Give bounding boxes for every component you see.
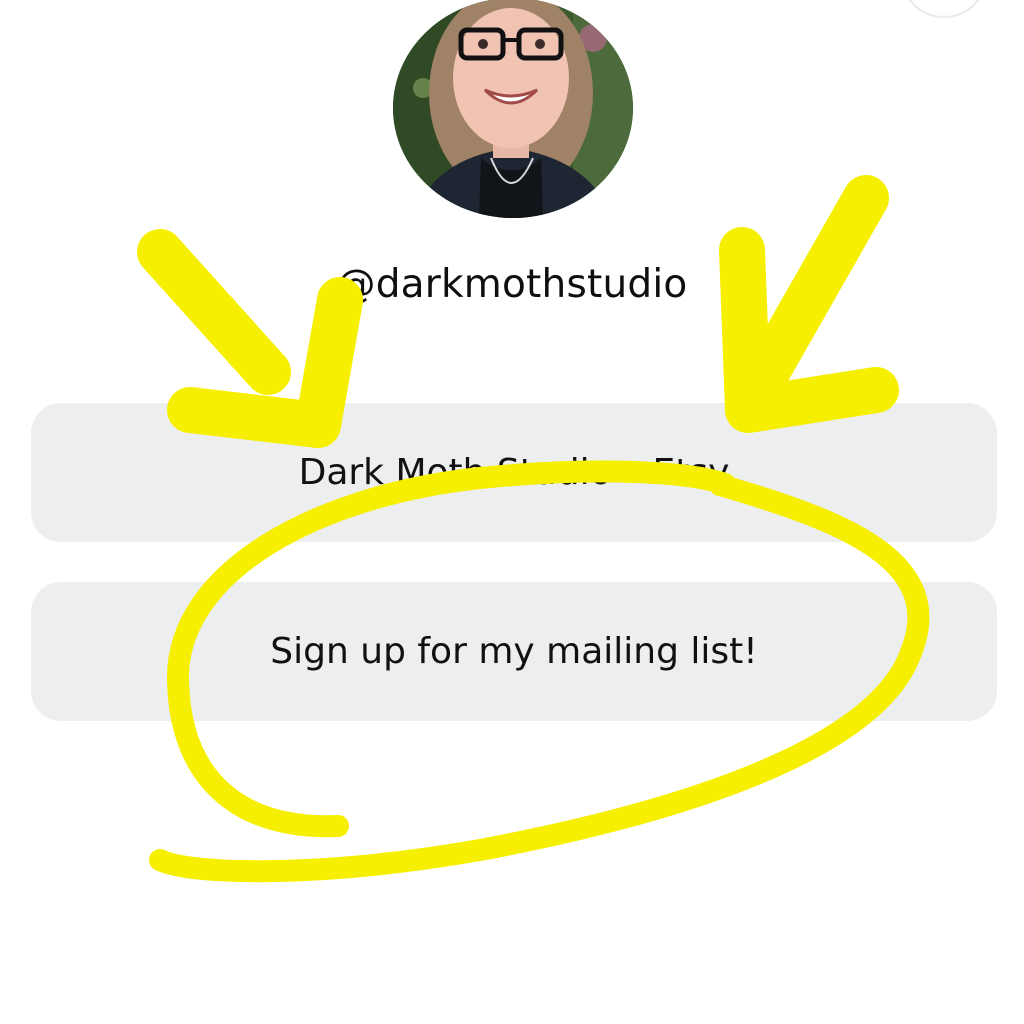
link-button-etsy[interactable]: Dark Moth Studio – Etsy: [31, 403, 997, 542]
link-button-mailing-list[interactable]: Sign up for my mailing list!: [31, 582, 997, 721]
share-button[interactable]: [900, 0, 988, 18]
profile-photo: [393, 0, 633, 218]
link-label: Sign up for my mailing list!: [270, 631, 758, 672]
profile-handle: @darkmothstudio: [336, 262, 688, 307]
avatar: [393, 0, 633, 218]
link-label: Dark Moth Studio – Etsy: [298, 452, 730, 493]
link-in-bio-page: @darkmothstudio Dark Moth Studio – Etsy …: [0, 0, 1024, 1024]
